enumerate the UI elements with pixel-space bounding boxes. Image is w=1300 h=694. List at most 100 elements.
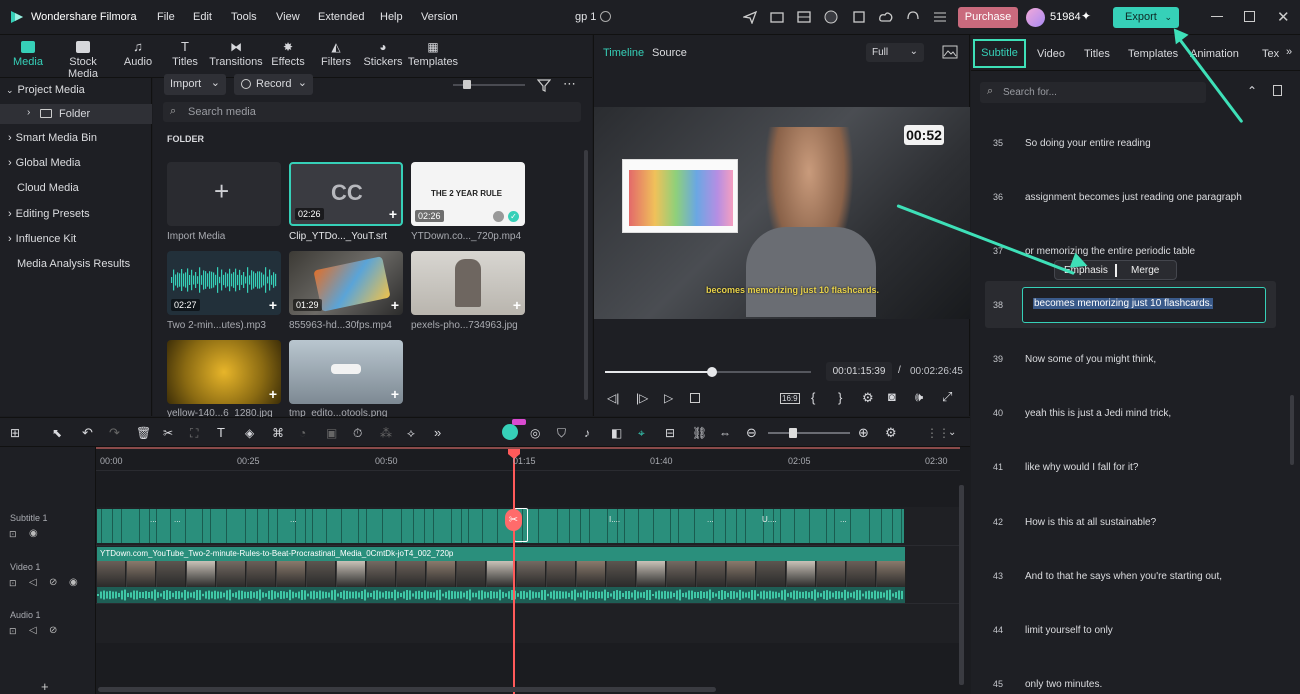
current-time[interactable]: 00:01:15:39 (826, 362, 892, 381)
lock-icon[interactable]: ⊡ (9, 529, 17, 540)
merge-button[interactable]: Merge (1131, 265, 1159, 276)
tab-text[interactable]: Tex (1262, 48, 1279, 60)
scissors-icon[interactable]: ✂ (163, 426, 177, 440)
import-media-tile[interactable]: + (167, 162, 281, 226)
more-options-icon[interactable]: ⋯ (563, 76, 576, 92)
menu-version[interactable]: Version (421, 11, 458, 23)
split-screen-icon[interactable]: ◧ (611, 426, 625, 440)
keyboard-icon[interactable] (770, 10, 784, 24)
subtitle-edit-field[interactable]: becomes memorizing just 10 flashcards. (1022, 287, 1266, 323)
sidebar-item-editing-presets[interactable]: › Editing Presets (8, 208, 90, 220)
menu-list-icon[interactable] (933, 10, 947, 24)
avatar[interactable] (1026, 8, 1045, 27)
search-input[interactable]: Search media (188, 106, 256, 118)
stop-icon[interactable] (690, 393, 700, 403)
tab-source[interactable]: Source (652, 47, 687, 59)
select-tool-icon[interactable]: ⬉ (52, 426, 66, 440)
crop-icon[interactable]: ⛶ (190, 426, 204, 440)
subtitle-row[interactable]: 39 Now some of you might think, (971, 354, 1289, 408)
lock-icon[interactable]: ⊡ (9, 626, 17, 637)
sidebar-item-global-media[interactable]: › Global Media (8, 157, 81, 169)
add-plus-icon[interactable]: + (389, 206, 397, 222)
timeline-v-scrollbar[interactable] (959, 485, 964, 685)
chevron-down-icon[interactable]: ⌄ (948, 426, 962, 440)
volume-icon[interactable]: ◁ (29, 577, 37, 588)
menu-tools[interactable]: Tools (231, 11, 257, 23)
cloud-upload-icon[interactable] (879, 10, 893, 24)
ai-mate-icon[interactable] (502, 424, 518, 440)
sidebar-item-media-analysis[interactable]: Media Analysis Results (17, 258, 130, 270)
media-item-video[interactable]: THE 2 YEAR RULE 02:26 ✓ (411, 162, 525, 226)
mute-icon[interactable]: ⊘ (49, 625, 57, 636)
prev-frame-icon[interactable]: ◁| (607, 391, 619, 405)
tab-templates-prop[interactable]: Templates (1128, 48, 1178, 60)
tab-transitions[interactable]: ⧓ Transitions (208, 39, 264, 75)
record-dropdown[interactable]: Record ⌄ (234, 74, 313, 95)
audio-mix-icon[interactable]: ♪ (584, 426, 598, 440)
subtitle-row[interactable]: 43 And to that he says when you're starti… (971, 571, 1289, 625)
close-icon[interactable]: ✕ (1277, 8, 1290, 26)
send-icon[interactable] (743, 10, 757, 24)
sidebar-item-folder[interactable]: › Folder (0, 104, 152, 124)
keyframe-icon[interactable]: ⟡ (407, 426, 421, 440)
subtitle-row[interactable]: 42 How is this at all sustainable? (971, 517, 1289, 571)
media-item-audio[interactable]: 02:27 + (167, 251, 281, 315)
subtitle-clip-strip[interactable] (97, 509, 904, 543)
quality-dropdown[interactable]: Full ⌄ (866, 43, 924, 62)
caption-icon[interactable]: ⊟ (665, 426, 679, 440)
export-button[interactable]: Export ⌄ (1113, 7, 1179, 28)
shield-icon[interactable]: ⛉ (557, 426, 571, 440)
progress-handle[interactable] (707, 367, 718, 377)
tab-stock-media[interactable]: Stock Media (54, 39, 112, 80)
render-icon[interactable]: ◎ (530, 426, 544, 440)
maximize-icon[interactable] (1244, 11, 1255, 22)
delete-icon[interactable] (1273, 85, 1282, 96)
tab-titles-prop[interactable]: Titles (1084, 48, 1110, 60)
unlink-icon[interactable]: ⛓ (692, 426, 707, 440)
mute-icon[interactable]: ⊘ (49, 577, 57, 588)
media-item-srt[interactable]: CC 02:26 + (289, 162, 403, 226)
eye-icon[interactable]: ◉ (29, 528, 38, 539)
save-icon[interactable] (852, 10, 866, 24)
sidebar-item-smart-media-bin[interactable]: › Smart Media Bin (8, 132, 97, 144)
subtitle-search-box[interactable]: ⌕ Search for... (980, 82, 1206, 103)
menu-extended[interactable]: Extended (318, 11, 364, 23)
aspect-ratio-icon[interactable]: 16:9 (780, 393, 800, 404)
media-item-yellow[interactable]: + (167, 340, 281, 404)
media-item-photo[interactable]: + (411, 251, 525, 315)
subtitle-row[interactable]: 41 like why would I fall for it? (971, 462, 1289, 516)
video-clip-header[interactable]: YTDown.com_YouTube_Two-2-minute-Rules-to… (97, 547, 905, 561)
subtitle-row[interactable]: 45 only two minutes. (971, 679, 1289, 693)
text-tool-icon[interactable]: T (217, 426, 231, 440)
lock-icon[interactable]: ⊡ (9, 578, 17, 589)
sidebar-item-project-media[interactable]: ⌄ Project Media (6, 84, 85, 96)
freeze-icon[interactable]: ▣ (326, 426, 340, 440)
split-scissors-icon[interactable]: ✂ (505, 509, 522, 531)
menu-help[interactable]: Help (380, 11, 403, 23)
fullscreen-icon[interactable]: ⤢ (942, 389, 952, 405)
menu-file[interactable]: File (157, 11, 175, 23)
filter-icon[interactable] (537, 78, 551, 92)
fit-icon[interactable]: ⇔ (719, 426, 733, 440)
playhead[interactable] (513, 449, 515, 694)
add-plus-icon[interactable]: + (513, 297, 521, 313)
mark-out-icon[interactable]: } (838, 390, 842, 405)
speed-icon[interactable]: ◔ (299, 426, 313, 440)
color-icon[interactable]: ◈ (245, 426, 259, 440)
settings-icon[interactable]: ⚙ (862, 390, 874, 406)
media-scrollbar[interactable] (584, 150, 588, 400)
tag-icon[interactable]: ⌘ (272, 426, 286, 440)
volume-icon[interactable]: ◁ (29, 625, 37, 636)
eye-icon[interactable]: ◉ (69, 577, 78, 588)
image-icon[interactable] (942, 45, 958, 59)
sidebar-item-cloud-media[interactable]: Cloud Media (17, 182, 79, 194)
minimize-icon[interactable] (1211, 16, 1223, 17)
tab-timeline[interactable]: Timeline (603, 47, 644, 59)
media-item-drone[interactable]: + (289, 340, 403, 404)
chevron-up-icon[interactable]: ⌃ (1247, 84, 1257, 98)
add-plus-icon[interactable]: + (269, 297, 277, 313)
zoom-out-icon[interactable]: ⊖ (746, 426, 760, 440)
volume-icon[interactable]: 🕪 (915, 389, 923, 405)
timer-icon[interactable]: ⏱ (353, 426, 367, 440)
sidebar-item-influence-kit[interactable]: › Influence Kit (8, 233, 76, 245)
